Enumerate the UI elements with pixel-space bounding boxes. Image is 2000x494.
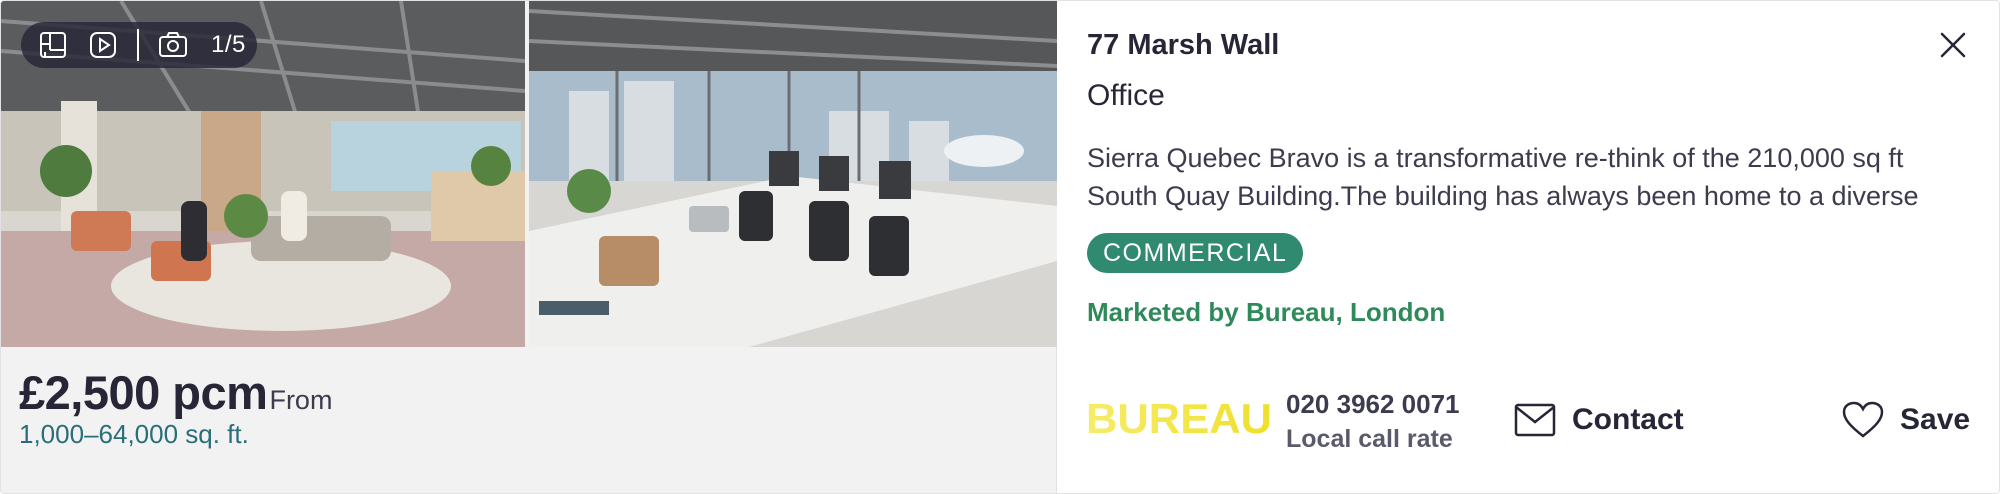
video-icon[interactable] [87,29,119,61]
close-icon[interactable] [1933,25,1973,65]
contact-label: Contact [1572,403,1684,436]
camera-icon[interactable] [157,29,189,61]
toolbar-divider [137,29,139,61]
media-toolbar: 1/5 [21,22,257,68]
property-type: Office [1087,79,1165,112]
agent-logo-text: BUREAU [1086,397,1272,439]
marketed-by[interactable]: Marketed by Bureau, London [1087,297,1445,328]
floor-area: 1,000–64,000 sq. ft. [19,419,249,449]
price: £2,500 pcm [19,366,268,419]
media-panel: 1/5 £2,500 pcm From 1,000–64,000 sq. ft. [1,1,1057,493]
property-photo-secondary[interactable] [529,1,1057,347]
property-card[interactable]: 1/5 £2,500 pcm From 1,000–64,000 sq. ft.… [0,0,2000,494]
envelope-icon [1514,403,1556,437]
contact-button[interactable]: Contact [1514,397,1684,443]
price-qualifier: From [269,385,333,415]
description: Sierra Quebec Bravo is a transformative … [1087,143,1919,211]
agent-logo[interactable]: BUREAU [1086,395,1272,442]
agent-phone[interactable]: 020 3962 0071 [1286,389,1460,420]
floorplan-icon[interactable] [37,29,69,61]
save-button[interactable]: Save [1842,397,1970,443]
heart-icon [1842,401,1884,438]
price-row: £2,500 pcm From [19,365,332,420]
details-panel: 77 Marsh Wall Office Sierra Quebec Bravo… [1058,1,1999,493]
call-rate-note: Local call rate [1286,425,1453,453]
save-label: Save [1900,403,1971,436]
address[interactable]: 77 Marsh Wall [1087,29,1279,62]
photo-counter: 1/5 [211,31,246,58]
commercial-badge: COMMERCIAL [1087,233,1304,273]
